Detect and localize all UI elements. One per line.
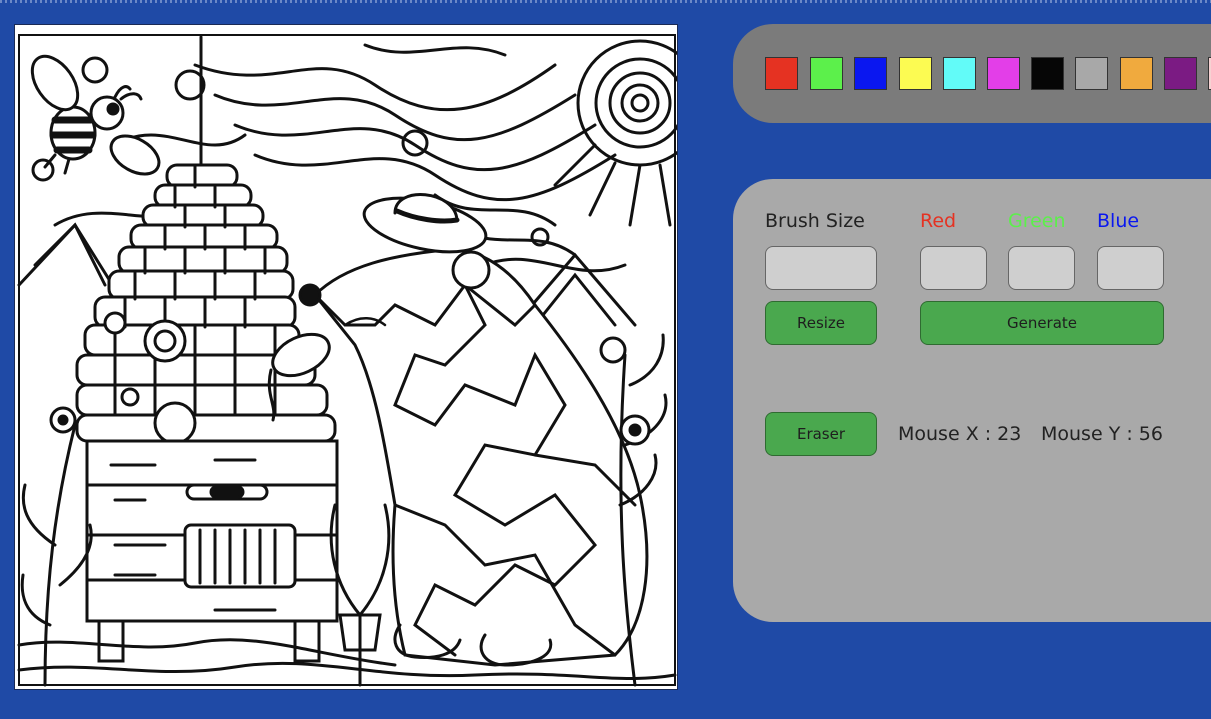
control-panel: Brush Size Red Green Blue Resize Generat…: [733, 179, 1211, 622]
purple-swatch[interactable]: [1164, 57, 1197, 90]
orange-swatch[interactable]: [1120, 57, 1153, 90]
mouse-y-readout: Mouse Y : 56: [1041, 423, 1163, 445]
resize-button[interactable]: Resize: [765, 301, 877, 345]
red-input[interactable]: [920, 246, 987, 290]
green-swatch[interactable]: [810, 57, 843, 90]
mouse-x-readout: Mouse X : 23: [898, 423, 1022, 445]
green-input[interactable]: [1008, 246, 1075, 290]
generate-button[interactable]: Generate: [920, 301, 1164, 345]
magenta-swatch[interactable]: [987, 57, 1020, 90]
blue-swatch[interactable]: [854, 57, 887, 90]
coloring-page-image: [17, 34, 677, 687]
gray-swatch[interactable]: [1075, 57, 1108, 90]
cyan-swatch[interactable]: [943, 57, 976, 90]
red-swatch[interactable]: [765, 57, 798, 90]
yellow-swatch[interactable]: [899, 57, 932, 90]
drawing-canvas[interactable]: [14, 24, 678, 690]
brush-size-input[interactable]: [765, 246, 877, 290]
brush-size-label: Brush Size: [765, 210, 865, 232]
red-label: Red: [920, 210, 957, 232]
black-swatch[interactable]: [1031, 57, 1064, 90]
blue-label: Blue: [1097, 210, 1140, 232]
eraser-button[interactable]: Eraser: [765, 412, 877, 456]
top-border: [0, 0, 1211, 3]
blue-input[interactable]: [1097, 246, 1164, 290]
color-palette: [733, 24, 1211, 123]
green-label: Green: [1008, 210, 1066, 232]
